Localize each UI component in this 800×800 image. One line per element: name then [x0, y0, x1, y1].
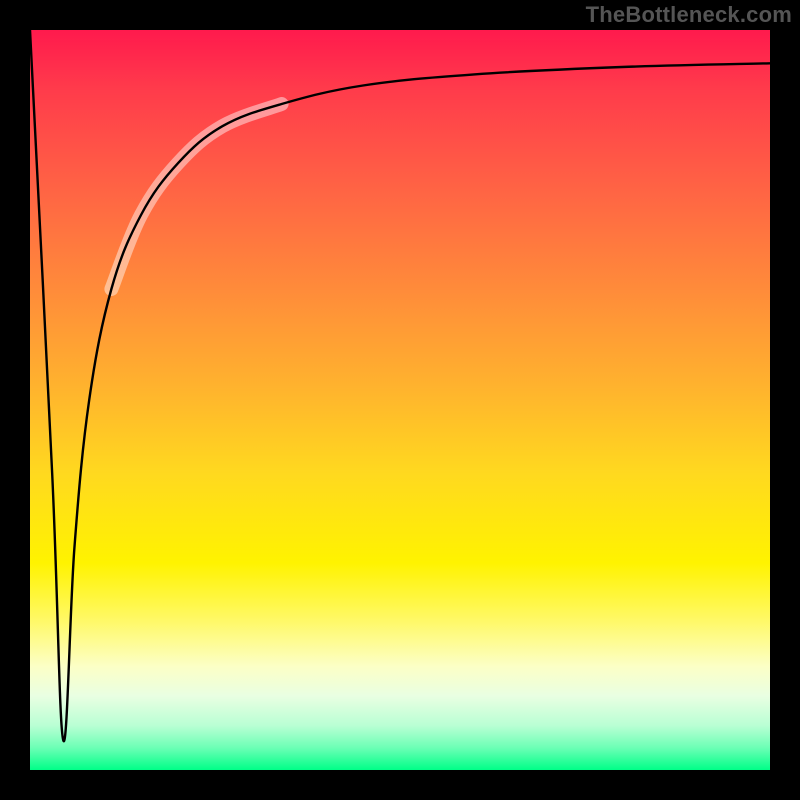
- plot-area: [30, 30, 770, 770]
- bottleneck-curve: [30, 30, 770, 741]
- curve-highlight: [111, 104, 281, 289]
- curve-layer: [30, 30, 770, 770]
- watermark-text: TheBottleneck.com: [586, 2, 792, 28]
- chart-frame: TheBottleneck.com: [0, 0, 800, 800]
